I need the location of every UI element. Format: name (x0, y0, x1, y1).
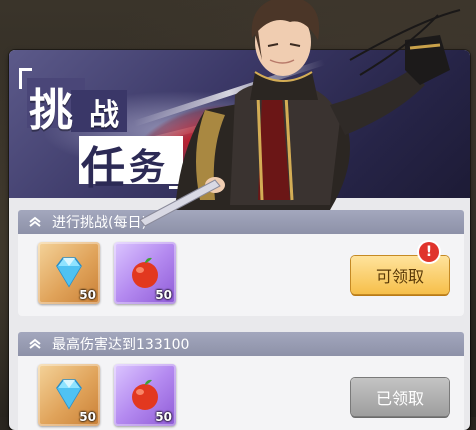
diamond-icon (56, 379, 82, 410)
title-char: 任 (81, 143, 125, 194)
chevron-up-icon (24, 332, 46, 356)
title-char: 挑 (29, 85, 73, 136)
title-char: 务 (129, 147, 166, 188)
task-title: 进行挑战(每日) (52, 215, 147, 231)
title-banner: 挑 战 任 务 (9, 50, 470, 198)
notification-badge: ! (419, 242, 439, 262)
task-row: 进行挑战(每日) 50 50 可领取 ! (18, 210, 464, 316)
apple-icon (132, 257, 158, 288)
claim-button-label: 可领取 (375, 267, 424, 286)
apple-icon (132, 379, 158, 410)
chevron-up-icon (24, 210, 46, 234)
claim-button[interactable]: 可领取 ! (351, 242, 449, 294)
claim-button-label: 已领取 (375, 389, 424, 408)
claimed-button[interactable]: 已领取 (351, 378, 449, 416)
task-title: 最高伤害达到133100 (52, 337, 190, 353)
task-header: 进行挑战(每日) (18, 210, 464, 234)
reward-list: 50 50 (38, 242, 176, 304)
challenge-task-panel: 挑 战 任 务 进行挑战(每日) 50 50 可领取 ! 最高伤害达到13310… (9, 50, 470, 430)
task-header: 最高伤害达到133100 (18, 332, 464, 356)
diamond-icon (56, 257, 82, 288)
reward-item[interactable]: 50 (38, 242, 100, 304)
bracket-icon (169, 168, 182, 189)
reward-quantity: 50 (155, 410, 172, 424)
title-char: 战 (89, 98, 119, 133)
reward-quantity: 50 (79, 288, 96, 302)
reward-quantity: 50 (79, 410, 96, 424)
reward-item[interactable]: 50 (114, 242, 176, 304)
task-row: 最高伤害达到133100 50 50 已领取 (18, 332, 464, 430)
reward-quantity: 50 (155, 288, 172, 302)
